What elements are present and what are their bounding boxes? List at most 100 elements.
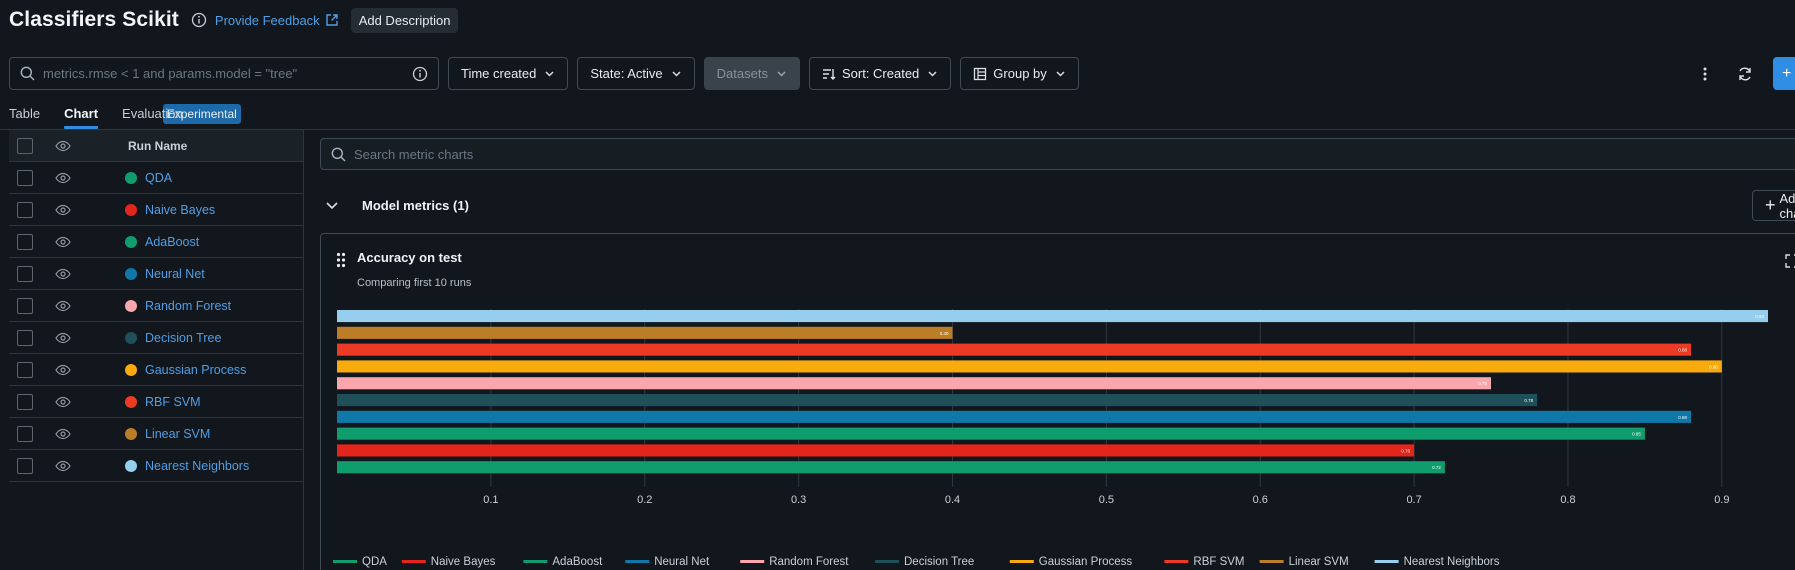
bar[interactable] bbox=[337, 394, 1538, 407]
legend-item[interactable]: Decision Tree bbox=[875, 556, 974, 568]
run-row[interactable]: Naive Bayes bbox=[9, 194, 303, 226]
x-tick-label: 0.3 bbox=[791, 494, 806, 506]
x-tick-label: 0.2 bbox=[637, 494, 652, 506]
eye-icon[interactable] bbox=[55, 458, 71, 474]
legend-item[interactable]: Linear SVM bbox=[1259, 556, 1349, 568]
bar[interactable] bbox=[337, 310, 1768, 323]
run-checkbox[interactable] bbox=[17, 393, 33, 410]
run-checkbox[interactable] bbox=[17, 457, 33, 474]
chevron-down-icon bbox=[928, 71, 937, 77]
run-checkbox[interactable] bbox=[17, 361, 33, 378]
bar-value-label: 0.93 bbox=[1755, 314, 1764, 319]
eye-icon[interactable] bbox=[55, 426, 71, 442]
run-checkbox[interactable] bbox=[17, 329, 33, 346]
add-chart-button[interactable]: + Add chart bbox=[1752, 190, 1795, 221]
x-tick-label: 0.7 bbox=[1406, 494, 1421, 506]
run-name-link[interactable]: Naive Bayes bbox=[145, 203, 215, 217]
run-name-link[interactable]: Neural Net bbox=[145, 267, 205, 281]
run-checkbox[interactable] bbox=[17, 265, 33, 282]
state-dropdown[interactable]: State: Active bbox=[577, 57, 695, 90]
eye-icon[interactable] bbox=[55, 330, 71, 346]
add-description-button[interactable]: Add Description bbox=[350, 7, 459, 33]
select-all-checkbox[interactable] bbox=[17, 137, 33, 154]
eye-icon[interactable] bbox=[55, 298, 71, 314]
run-name-link[interactable]: Linear SVM bbox=[145, 427, 210, 441]
run-color-dot bbox=[125, 171, 137, 184]
legend-item[interactable]: Random Forest bbox=[740, 556, 849, 568]
eye-icon[interactable] bbox=[55, 234, 71, 250]
group-by-dropdown[interactable]: Group by bbox=[960, 57, 1079, 90]
info-icon[interactable] bbox=[191, 12, 207, 28]
run-checkbox[interactable] bbox=[17, 201, 33, 218]
chevron-down-icon bbox=[672, 71, 681, 77]
run-name-link[interactable]: QDA bbox=[145, 171, 172, 185]
search-icon bbox=[331, 147, 346, 161]
bar[interactable] bbox=[337, 410, 1692, 423]
bar[interactable] bbox=[337, 326, 953, 339]
chart-search-input[interactable]: Search metric charts bbox=[320, 138, 1795, 170]
refresh-button[interactable] bbox=[1733, 62, 1757, 86]
run-list-header: Run Name bbox=[9, 130, 303, 162]
bar[interactable] bbox=[337, 377, 1492, 390]
run-row[interactable]: Decision Tree bbox=[9, 322, 303, 354]
run-row[interactable]: Random Forest bbox=[9, 290, 303, 322]
legend-swatch bbox=[1009, 560, 1034, 563]
legend-item[interactable]: Neural Net bbox=[625, 556, 710, 568]
model-metrics-section-header[interactable]: Model metrics (1) bbox=[320, 193, 469, 217]
legend-label: Linear SVM bbox=[1289, 556, 1349, 568]
run-row[interactable]: AdaBoost bbox=[9, 226, 303, 258]
bar[interactable] bbox=[337, 343, 1692, 356]
time-created-dropdown[interactable]: Time created bbox=[448, 57, 569, 90]
provide-feedback-link[interactable]: Provide Feedback bbox=[215, 13, 339, 28]
run-row[interactable]: Nearest Neighbors bbox=[9, 450, 303, 482]
run-checkbox[interactable] bbox=[17, 233, 33, 250]
legend-item[interactable]: QDA bbox=[333, 556, 387, 568]
eye-icon[interactable] bbox=[55, 138, 71, 154]
eye-icon[interactable] bbox=[55, 266, 71, 282]
eye-icon[interactable] bbox=[55, 202, 71, 218]
new-run-button[interactable]: + bbox=[1773, 57, 1795, 90]
legend-label: Decision Tree bbox=[904, 556, 974, 568]
run-name-link[interactable]: Gaussian Process bbox=[145, 363, 246, 377]
tab-table[interactable]: Table bbox=[9, 106, 40, 126]
sort-dropdown[interactable]: Sort: Created bbox=[808, 57, 952, 90]
legend-swatch bbox=[1259, 560, 1284, 563]
run-name-link[interactable]: Decision Tree bbox=[145, 331, 221, 345]
legend-label: Random Forest bbox=[769, 556, 849, 568]
run-row[interactable]: Neural Net bbox=[9, 258, 303, 290]
datasets-dropdown[interactable]: Datasets bbox=[703, 57, 800, 90]
run-row[interactable]: QDA bbox=[9, 162, 303, 194]
run-search-input[interactable]: metrics.rmse < 1 and params.model = "tre… bbox=[9, 57, 439, 90]
eye-icon[interactable] bbox=[55, 170, 71, 186]
legend-item[interactable]: Nearest Neighbors bbox=[1374, 556, 1500, 568]
run-row[interactable]: RBF SVM bbox=[9, 386, 303, 418]
info-icon[interactable] bbox=[412, 66, 428, 82]
run-row[interactable]: Linear SVM bbox=[9, 418, 303, 450]
tab-chart[interactable]: Chart bbox=[64, 106, 98, 129]
bar[interactable] bbox=[337, 360, 1722, 373]
run-row[interactable]: Gaussian Process bbox=[9, 354, 303, 386]
view-tabs: Table Chart Evaluation Experimental bbox=[9, 103, 241, 129]
bar[interactable] bbox=[337, 444, 1415, 457]
legend-item[interactable]: RBF SVM bbox=[1164, 556, 1245, 568]
legend-item[interactable]: AdaBoost bbox=[523, 556, 603, 568]
run-checkbox[interactable] bbox=[17, 169, 33, 186]
eye-icon[interactable] bbox=[55, 394, 71, 410]
run-name-link[interactable]: AdaBoost bbox=[145, 235, 199, 249]
run-name-column-header[interactable]: Run Name bbox=[128, 139, 187, 153]
run-checkbox[interactable] bbox=[17, 297, 33, 314]
run-checkbox[interactable] bbox=[17, 425, 33, 442]
legend-item[interactable]: Naive Bayes bbox=[401, 556, 496, 568]
run-name-link[interactable]: Nearest Neighbors bbox=[145, 459, 249, 473]
eye-icon[interactable] bbox=[55, 362, 71, 378]
run-name-link[interactable]: RBF SVM bbox=[145, 395, 201, 409]
bar[interactable] bbox=[337, 461, 1445, 474]
tab-evaluation[interactable]: Evaluation bbox=[122, 106, 183, 126]
bar[interactable] bbox=[337, 427, 1645, 440]
legend-label: RBF SVM bbox=[1193, 556, 1244, 568]
legend-swatch bbox=[740, 560, 765, 563]
more-options-button[interactable] bbox=[1693, 62, 1717, 86]
chevron-down-icon[interactable] bbox=[320, 193, 344, 217]
run-name-link[interactable]: Random Forest bbox=[145, 299, 231, 313]
legend-item[interactable]: Gaussian Process bbox=[1009, 556, 1133, 568]
